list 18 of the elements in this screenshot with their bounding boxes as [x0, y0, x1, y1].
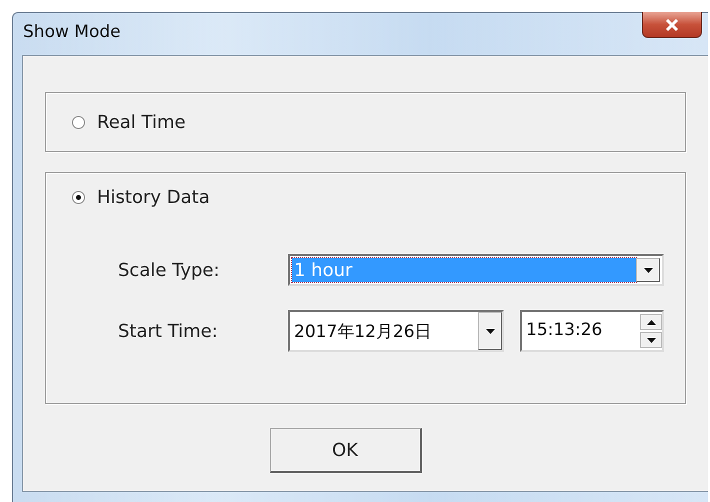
down-arrow-icon — [486, 328, 494, 334]
close-button[interactable] — [642, 12, 702, 38]
radio-button[interactable]: Real Time — [72, 112, 186, 132]
time-field[interactable]: 15:13:26 — [520, 310, 664, 352]
dropdown-button[interactable] — [636, 258, 660, 282]
spin-down-button[interactable] — [640, 332, 662, 348]
down-arrow-icon — [646, 338, 656, 342]
spin-up-button[interactable] — [640, 314, 662, 330]
radio-button[interactable]: History Data — [72, 187, 210, 208]
field-label: Start Time: — [118, 320, 219, 342]
close-icon — [665, 18, 679, 30]
field-label: Scale Type: — [118, 260, 221, 280]
dropdown-button[interactable] — [478, 312, 502, 350]
date-picker[interactable]: 2017年12月26日 — [288, 310, 504, 352]
down-arrow-icon — [644, 268, 652, 272]
window-title: Show Mode — [22, 21, 122, 42]
ok-button[interactable]: OK — [270, 428, 422, 473]
up-arrow-icon — [646, 320, 656, 324]
